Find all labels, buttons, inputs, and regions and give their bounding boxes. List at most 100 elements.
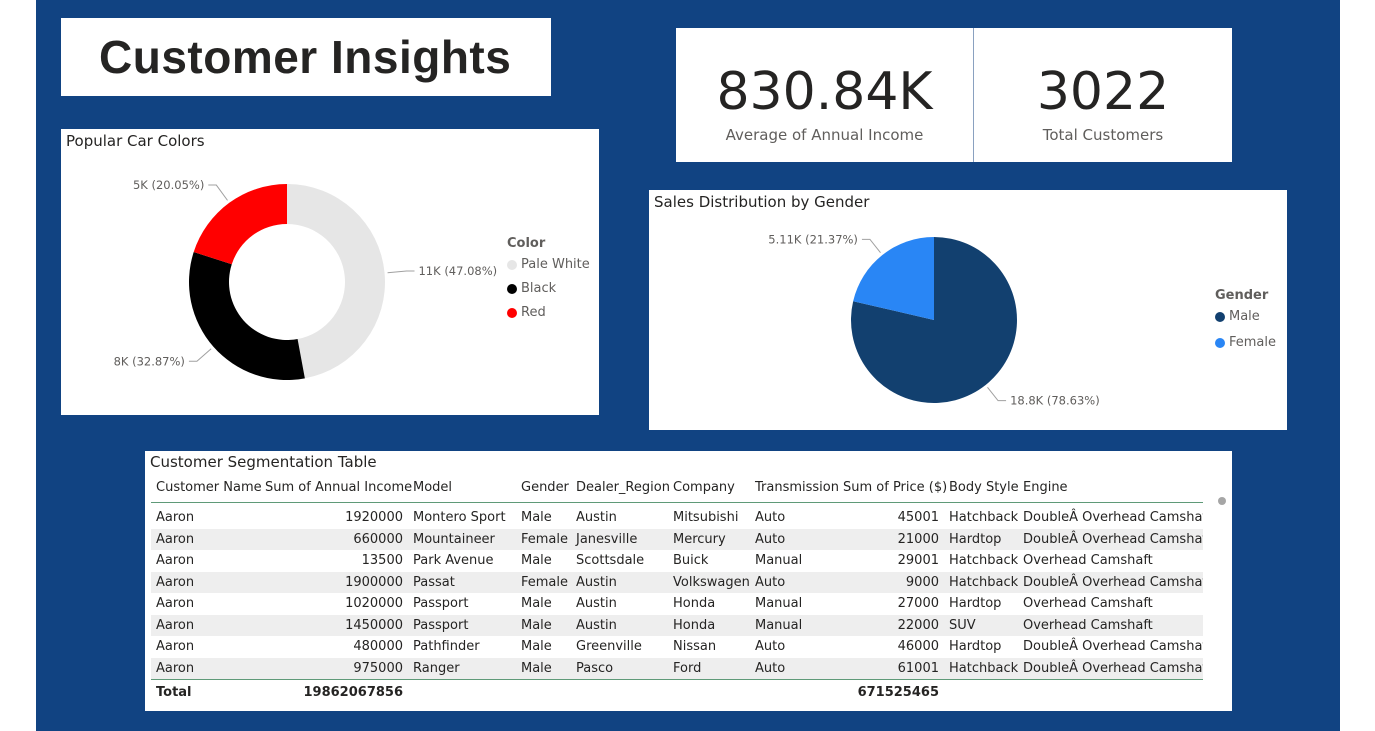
pie-chart[interactable]: 18.8K (78.63%) 5.11K (21.37%) [649,190,1287,430]
table-cell: SUV [944,614,1018,636]
table-row[interactable]: Aaron 660000 Mountaineer Female Janesville Me… [151,528,1203,550]
table-cell: 46000 [897,639,939,655]
table-cell: Auto [750,657,838,680]
table-cell: Austin [576,510,617,526]
leader-line [188,348,212,362]
table-cell: Female [516,528,571,550]
table-row[interactable]: Aaron 1450000 Passport Male Austin Honda Manua… [151,614,1203,636]
table-cell: Passat [408,571,516,593]
column-header[interactable]: Sum of Price ($) [838,473,947,503]
column-header[interactable]: Gender [516,473,571,503]
table-cell: Auto [750,528,838,550]
table-cell: Mountaineer [408,528,516,550]
table-cell: 1900000 [260,571,408,593]
total-income: 19862067856 [260,679,408,704]
table-cell: 1450000 [260,614,408,636]
column-header[interactable]: Dealer_Region [571,473,670,503]
table-cell: Honda [668,614,750,636]
kpi-card[interactable]: 830.84K Average of Annual Income 3022 To… [676,28,1232,162]
table-row[interactable]: Aaron 1920000 Montero Sport Male Austin Mitsu… [151,507,1203,529]
table-cell: Austin [571,571,668,593]
table-cell [408,679,516,704]
legend-label: Female [1229,335,1277,350]
column-header[interactable]: Transmission [750,473,839,503]
table-cell: Overhead Camshaft [1018,614,1203,636]
legend-title: Color [507,236,546,251]
column-header[interactable]: Engine [1018,473,1203,503]
table-cell: Ford [668,657,750,680]
segmentation-table[interactable]: Customer Name Sum of Annual Income Model… [151,473,1203,704]
gender-chart-card[interactable]: Sales Distribution by Gender 18.8K (78.6… [649,190,1287,430]
table-row[interactable]: Aaron 975000 Ranger Male Pasco Ford Auto 61001 H… [151,657,1203,680]
table-cell: Scottsdale [576,553,645,569]
scrollbar-thumb[interactable] [1218,497,1226,505]
legend-label: Pale White [521,257,590,272]
table-cell: Ranger [408,657,516,680]
legend-marker [507,259,517,270]
table-cell: Auto [755,510,786,526]
table-cell [1018,679,1203,704]
legend-item-pale-white[interactable]: Pale White [507,257,590,272]
legend-item-black[interactable]: Black [507,281,590,296]
legend-marker [507,283,517,294]
legend-label: Male [1229,309,1260,324]
legend-label: Red [521,305,546,320]
table-cell: 1020000 [345,596,403,612]
table-row[interactable]: Aaron 1020000 Passport Male Austin Honda Manua… [151,593,1203,615]
table-cell: 660000 [260,528,408,550]
legend-title: Gender [1215,288,1269,303]
table-cell [750,679,838,704]
kpi-label: Total Customers [1042,126,1164,144]
column-header[interactable]: Model [408,473,516,503]
table-cell: Aaron [156,596,195,612]
legend-item-female[interactable]: Female [1215,335,1276,350]
slice-pale-white[interactable] [287,184,385,379]
column-header[interactable]: Body Style [944,473,1019,503]
table-cell: 61001 [838,657,944,680]
table-cell: Auto [750,571,838,593]
table-row[interactable]: Aaron 480000 Pathfinder Male Greenville Nissa… [151,636,1203,658]
slice-black[interactable] [189,252,305,380]
table-cell: Hardtop [949,596,1002,612]
table-cell: 480000 [353,639,403,655]
legend-item-male[interactable]: Male [1215,309,1276,324]
table-cell: Male [521,553,552,569]
table-cell: Manual [750,614,838,636]
table-cell: 29001 [897,553,939,569]
table-row[interactable]: Aaron 13500 Park Avenue Male Scottsdale Buick… [151,550,1203,572]
table-total-row: Total 19862067856 671525465 [151,679,1203,704]
total-label: Total [151,679,260,704]
column-header[interactable]: Sum of Annual Income [260,473,412,503]
table-row[interactable]: Aaron 1900000 Passat Female Austin Volkswagen… [151,571,1203,593]
kpi-average-income[interactable]: 830.84K Average of Annual Income [676,28,973,162]
table-cell: Hatchback [949,553,1018,569]
segmentation-table-card[interactable]: Customer Segmentation Table Customer Nam… [145,451,1232,711]
table-title: Customer Segmentation Table [150,453,377,471]
car-colors-chart-card[interactable]: Popular Car Colors 11K (47.08%) 8K (32.87… [61,129,599,415]
table-cell: Overhead Camshaft [1023,553,1153,569]
leader-line [208,184,228,201]
leader-line [861,238,881,253]
table-cell: Male [516,657,571,680]
table-cell: Male [521,596,552,612]
table-cell: Aaron [151,571,260,593]
slice-red[interactable] [193,184,287,265]
column-header[interactable]: Company [668,473,750,503]
data-label: 5.11K (21.37%) [768,232,858,246]
table-cell: Volkswagen [668,571,750,593]
table-cell: 45001 [897,510,939,526]
column-header[interactable]: Customer Name [151,473,262,503]
table-cell: Passport [413,596,469,612]
table-cell: Aaron [156,510,195,526]
table-cell [516,679,571,704]
table-header-row: Customer Name Sum of Annual Income Model… [151,473,1203,503]
table-cell: DoubleÂ Overhead Camshaft [1023,639,1203,655]
data-label: 5K (20.05%) [133,178,204,192]
table-cell: Austin [571,614,668,636]
table-cell: Male [521,639,552,655]
legend-marker [507,307,517,318]
table-cell: Passport [408,614,516,636]
kpi-total-customers[interactable]: 3022 Total Customers [974,28,1232,162]
table-cell: 21000 [838,528,944,550]
legend-item-red[interactable]: Red [507,305,590,320]
